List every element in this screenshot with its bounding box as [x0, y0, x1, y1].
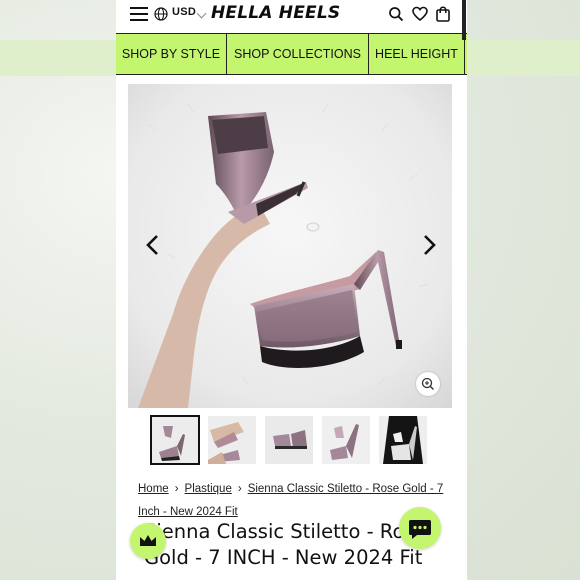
currency-selector[interactable]: USD: [172, 6, 196, 18]
nav-shop-collections[interactable]: SHOP COLLECTIONS: [227, 34, 369, 74]
breadcrumb-separator: ›: [174, 483, 179, 495]
menu-icon[interactable]: [130, 6, 148, 22]
zoom-button[interactable]: [416, 372, 440, 396]
thumbnail-1[interactable]: [150, 415, 200, 465]
thumbnail-5[interactable]: [379, 416, 427, 464]
nav-shop-by-style[interactable]: SHOP BY STYLE: [116, 34, 227, 74]
rewards-button[interactable]: [130, 523, 166, 559]
nav-heel-height[interactable]: HEEL HEIGHT: [369, 34, 465, 74]
breadcrumb-separator: ›: [237, 483, 242, 495]
zoom-icon: [421, 377, 434, 390]
thumbnail-3[interactable]: [265, 416, 313, 464]
top-bar: USD HELLA HEELS: [116, 0, 467, 32]
heart-icon[interactable]: [412, 6, 428, 22]
chat-button[interactable]: [399, 507, 441, 549]
previous-image-arrow[interactable]: [142, 234, 164, 256]
globe-icon[interactable]: [154, 7, 168, 21]
breadcrumb-home[interactable]: Home: [138, 483, 169, 495]
product-main-image[interactable]: [128, 84, 452, 408]
thumbnail-2[interactable]: [208, 416, 256, 464]
breadcrumb-plastique[interactable]: Plastique: [185, 483, 232, 495]
chat-icon: [409, 520, 431, 539]
logo[interactable]: HELLA HEELS: [211, 3, 340, 23]
product-photo: [128, 84, 452, 408]
scrollbar[interactable]: [462, 0, 466, 40]
search-icon[interactable]: [388, 6, 404, 22]
next-image-arrow[interactable]: [418, 234, 440, 256]
bag-icon[interactable]: [435, 6, 451, 22]
crown-icon: [140, 535, 156, 546]
thumbnail-4[interactable]: [322, 416, 370, 464]
category-nav: SHOP BY STYLE SHOP COLLECTIONS HEEL HEIG…: [116, 33, 467, 75]
chevron-down-icon[interactable]: [196, 8, 207, 19]
product-page: USD HELLA HEELS SHOP BY STYLE SHOP COLLE…: [116, 0, 467, 580]
